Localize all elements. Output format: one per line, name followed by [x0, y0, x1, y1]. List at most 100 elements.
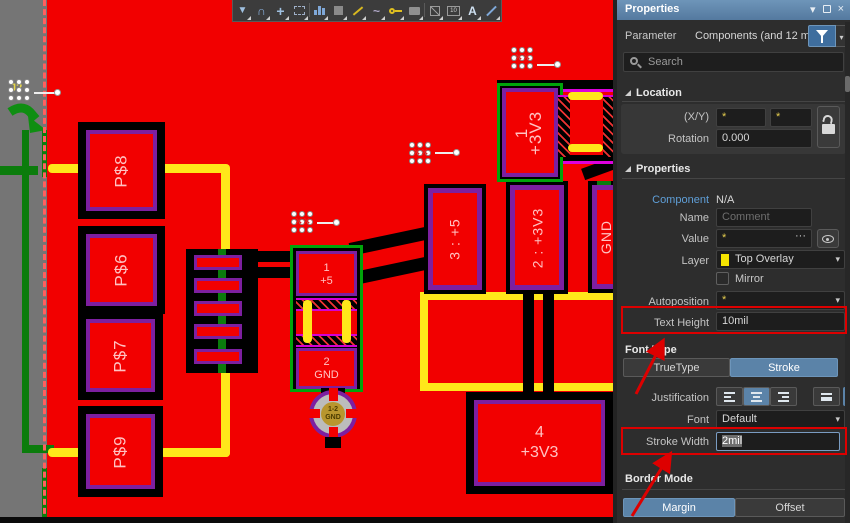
region-tool-icon[interactable] — [329, 0, 348, 21]
green-trace-vertical[interactable] — [22, 130, 29, 452]
yellow-trace[interactable] — [48, 164, 82, 173]
leader-dot[interactable] — [333, 219, 340, 226]
black-trace[interactable] — [543, 288, 554, 396]
lock-button[interactable] — [817, 106, 840, 148]
yellow-trace[interactable] — [221, 166, 230, 256]
offset-tab[interactable]: Offset — [735, 498, 845, 517]
panel-header[interactable]: Properties ▾ × — [617, 0, 850, 20]
eye-pupil-icon — [826, 238, 829, 241]
array-pad[interactable] — [194, 349, 242, 364]
pad-1-plus3v3[interactable]: 1+3V3 — [497, 83, 563, 182]
leader-dot[interactable] — [554, 61, 561, 68]
component-p9[interactable]: P$9 — [78, 406, 163, 497]
pad-4-plus3v3[interactable]: 4 +3V3 — [466, 392, 613, 494]
chevron-down-icon: ▾ — [835, 295, 840, 306]
pencil-tool-icon[interactable] — [348, 0, 367, 21]
pad-3-plus5[interactable]: 3 : +5 — [424, 184, 486, 294]
justify-left-button[interactable] — [716, 387, 743, 406]
pad-4-number: 4 — [535, 423, 544, 443]
value-field[interactable]: * ··· — [716, 229, 812, 248]
section-font-type: Font Type — [625, 344, 677, 356]
pad-2-plus3v3[interactable]: 2 : +3V3 — [506, 181, 568, 294]
via-label-2: GND — [321, 414, 345, 422]
justification-label: Justification — [627, 392, 709, 404]
component-p8[interactable]: P$8 — [78, 122, 165, 219]
filter-tool-icon[interactable]: ▼ — [233, 0, 252, 21]
component-p9-label: P$9 — [111, 435, 131, 468]
array-pad[interactable] — [194, 301, 242, 316]
rotation-field[interactable]: 0.000 — [716, 129, 812, 148]
value-visibility-button[interactable] — [817, 229, 839, 248]
array-pad[interactable] — [194, 278, 242, 293]
folder-tool-icon[interactable] — [405, 0, 424, 21]
pad-1-plus5[interactable]: 1 +5 — [296, 251, 357, 296]
selection-handles[interactable]: ✕✕ — [291, 211, 317, 233]
component-p7[interactable]: P$7 — [78, 311, 163, 400]
component-link[interactable]: Component — [627, 194, 709, 206]
yellow-trace[interactable] — [221, 366, 230, 457]
selection-handles[interactable]: ✕✕ — [409, 142, 435, 164]
chart-tool-icon[interactable] — [310, 0, 329, 21]
text-tool-icon[interactable]: A — [463, 0, 482, 21]
array-pad[interactable] — [194, 255, 242, 270]
selection-handles[interactable]: ✕✕ — [511, 47, 537, 69]
stroke-tab[interactable]: Stroke — [730, 358, 838, 377]
margin-tab[interactable]: Margin — [623, 498, 735, 517]
pcb-editor-view[interactable]: P$8 P$6 P$7 P$9 1 +5 — [0, 0, 617, 523]
cross-tool-icon[interactable]: + — [271, 0, 290, 21]
justify-center-button[interactable] — [743, 387, 770, 406]
search-box[interactable]: Search — [623, 52, 844, 72]
rotation-label: Rotation — [637, 133, 709, 145]
line-tool-icon[interactable] — [482, 0, 501, 21]
magnet-tool-icon[interactable]: ∩ — [252, 0, 271, 21]
yellow-bar[interactable] — [342, 300, 351, 343]
panel-close-icon[interactable]: × — [838, 3, 844, 16]
yellow-bar[interactable] — [568, 144, 603, 152]
black-trace[interactable] — [523, 288, 534, 396]
value-more-button[interactable]: ··· — [795, 230, 806, 242]
vertical-justify-button[interactable] — [813, 387, 840, 406]
yellow-trace[interactable] — [158, 164, 230, 173]
section-properties[interactable]: Properties — [625, 163, 690, 175]
leader-dot[interactable] — [54, 89, 61, 96]
diagonal-box-tool-icon[interactable] — [425, 0, 444, 21]
yellow-trace[interactable] — [48, 448, 82, 457]
annotation-box-stroke-width — [621, 427, 847, 455]
component-value: N/A — [716, 194, 734, 206]
justify-right-button[interactable] — [770, 387, 797, 406]
yellow-trace[interactable] — [160, 448, 230, 457]
section-location[interactable]: Location — [625, 87, 682, 99]
yellow-region-outline-left[interactable] — [420, 292, 428, 391]
panel-pin-icon[interactable] — [823, 5, 831, 13]
key-tool-icon[interactable] — [386, 0, 405, 21]
black-trace[interactable] — [252, 251, 294, 262]
panel-collapse-icon[interactable]: ▾ — [810, 3, 816, 16]
component-center[interactable]: 1 +5 2 GND — [290, 245, 363, 392]
leader-dot[interactable] — [453, 149, 460, 156]
ruler-tool-icon[interactable]: 10 — [444, 0, 463, 21]
select-rect-tool-icon[interactable] — [290, 0, 309, 21]
component-pad-array[interactable] — [186, 249, 258, 373]
black-trace[interactable] — [252, 267, 292, 278]
name-field[interactable]: Comment — [716, 208, 812, 227]
wave-tool-icon[interactable]: ~ — [367, 0, 386, 21]
via-1-2-gnd[interactable]: 1-2 GND — [321, 402, 345, 426]
y-field[interactable]: * — [770, 108, 812, 127]
truetype-tab[interactable]: TrueType — [623, 358, 730, 377]
mirror-checkbox[interactable] — [716, 272, 729, 285]
pad-4-net: +3V3 — [521, 443, 559, 463]
green-trace-left[interactable] — [0, 166, 38, 175]
yellow-bar[interactable] — [568, 92, 603, 100]
x-field[interactable]: * — [716, 108, 766, 127]
yellow-bar[interactable] — [303, 300, 312, 343]
leader-line — [435, 152, 455, 154]
yellow-region-outline-bottom[interactable] — [420, 383, 617, 391]
component-p6[interactable]: P$6 — [78, 226, 165, 314]
selection-handles[interactable] — [8, 79, 34, 101]
filter-button[interactable] — [808, 25, 836, 47]
pad-2-gnd[interactable]: 2 GND — [296, 348, 357, 389]
array-pad[interactable] — [194, 324, 242, 339]
layer-dropdown[interactable]: Top Overlay ▾ — [716, 250, 845, 269]
via-thermal-slot — [307, 409, 320, 418]
scrollbar-thumb[interactable] — [845, 76, 850, 92]
